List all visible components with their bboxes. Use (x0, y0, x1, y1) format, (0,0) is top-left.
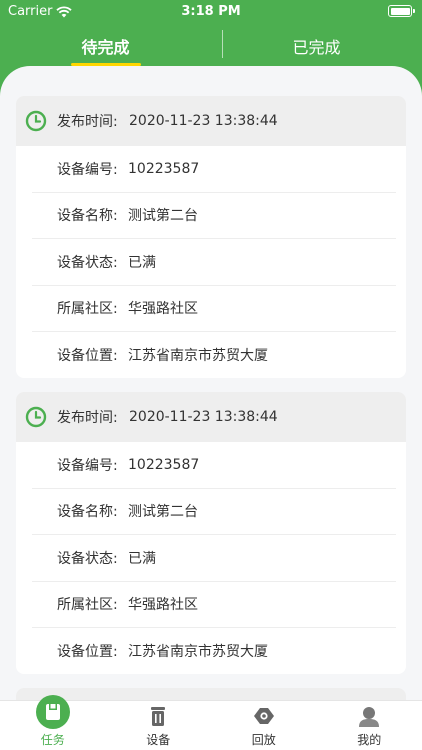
device-status-label: 设备状态: (57, 550, 118, 567)
device-name-row: 设备名称: 测试第二台 (32, 193, 396, 239)
community-row: 所属社区: 华强路社区 (32, 286, 396, 332)
device-name-value: 测试第二台 (128, 208, 198, 225)
publish-time-value: 2020-11-23 13:38:44 (129, 409, 278, 425)
task-list[interactable]: 发布时间: 2020-11-23 13:38:44 设备编号: 10223587… (0, 66, 422, 700)
clock-icon (25, 406, 47, 428)
nav-device-label: 设备 (146, 733, 171, 747)
location-label: 设备位置: (57, 644, 118, 661)
publish-time-label: 发布时间: (57, 410, 118, 426)
card-header: 发布时间: 2020-11-23 13:38:44 (16, 96, 406, 146)
device-no-value: 10223587 (128, 160, 200, 177)
location-value: 江苏省南京市苏贸大厦 (128, 348, 268, 365)
playback-icon (253, 708, 274, 724)
device-no-row: 设备编号: 10223587 (32, 146, 396, 193)
device-no-label: 设备编号: (57, 457, 118, 474)
location-label: 设备位置: (57, 348, 118, 365)
clock-icon (25, 110, 47, 132)
tab-completed-label: 已完成 (292, 38, 341, 57)
battery-icon (388, 5, 415, 17)
card-header: 发布时间: 2020-11-23 13:38:44 (16, 392, 406, 442)
device-name-label: 设备名称: (57, 504, 118, 521)
location-row: 设备位置: 江苏省南京市苏贸大厦 (32, 332, 396, 378)
task-card[interactable]: 发布时间: 2020-11-23 13:38:44 设备编号: 10223587… (16, 392, 406, 674)
clock-time: 3:18 PM (181, 4, 241, 19)
community-row: 所属社区: 华强路社区 (32, 582, 396, 628)
task-icon (35, 695, 70, 729)
device-status-label: 设备状态: (57, 254, 118, 271)
nav-profile-label: 我的 (357, 733, 382, 747)
tab-bar: 待完成 已完成 (0, 24, 422, 68)
device-status-value: 已满 (128, 550, 156, 567)
community-label: 所属社区: (57, 597, 118, 614)
publish-time-label: 发布时间: (57, 114, 118, 130)
task-card-partial[interactable] (16, 688, 406, 700)
device-name-row: 设备名称: 测试第二台 (32, 489, 396, 535)
profile-icon (359, 707, 380, 727)
community-value: 华强路社区 (128, 301, 198, 318)
bottom-nav: 任务 设备 回放 我的 (0, 695, 422, 750)
device-status-row: 设备状态: 已满 (32, 239, 396, 286)
device-status-row: 设备状态: 已满 (32, 535, 396, 582)
location-row: 设备位置: 江苏省南京市苏贸大厦 (32, 628, 396, 674)
device-no-label: 设备编号: (57, 161, 118, 178)
status-bar: Carrier 3:18 PM (0, 0, 422, 24)
tab-pending-label: 待完成 (81, 38, 130, 57)
tab-divider (222, 30, 223, 58)
tab-completed[interactable]: 已完成 (211, 24, 422, 68)
location-value: 江苏省南京市苏贸大厦 (128, 644, 268, 661)
task-card[interactable]: 发布时间: 2020-11-23 13:38:44 设备编号: 10223587… (16, 96, 406, 378)
trash-bin-icon (151, 707, 166, 726)
nav-playback[interactable]: 回放 (211, 701, 317, 750)
device-no-row: 设备编号: 10223587 (32, 442, 396, 489)
nav-playback-label: 回放 (251, 733, 276, 747)
nav-profile[interactable]: 我的 (317, 701, 422, 750)
nav-task[interactable]: 任务 (0, 695, 106, 750)
device-no-value: 10223587 (128, 456, 200, 473)
tab-pending[interactable]: 待完成 (0, 24, 211, 68)
device-name-label: 设备名称: (57, 208, 118, 225)
device-status-value: 已满 (128, 254, 156, 271)
community-value: 华强路社区 (128, 597, 198, 614)
device-name-value: 测试第二台 (128, 504, 198, 521)
community-label: 所属社区: (57, 301, 118, 318)
nav-task-label: 任务 (40, 733, 65, 747)
nav-device[interactable]: 设备 (106, 701, 212, 750)
publish-time-value: 2020-11-23 13:38:44 (129, 113, 278, 129)
